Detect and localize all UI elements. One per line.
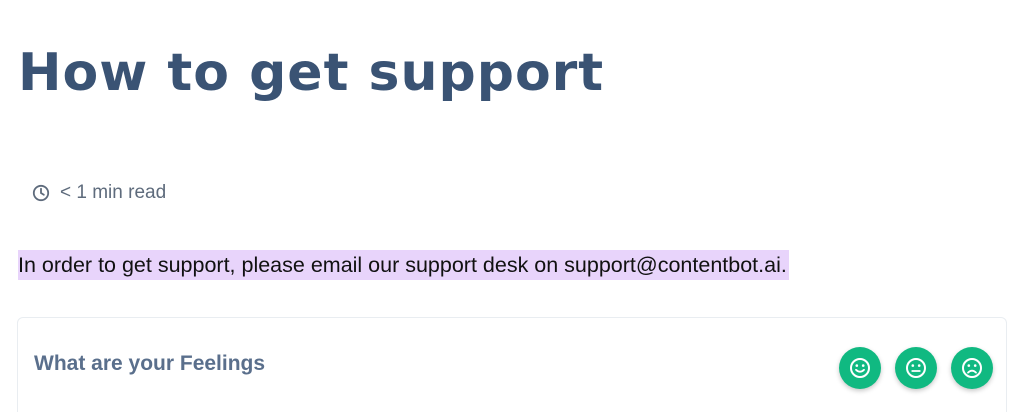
read-time-label: < 1 min read [60,182,167,203]
reaction-buttons [839,347,993,389]
reaction-sad-button[interactable] [951,347,993,389]
read-time: < 1 min read [32,180,166,206]
smile-icon [849,357,871,379]
page-title: How to get support [18,43,605,103]
article-body: In order to get support, please email ou… [18,250,789,280]
feedback-label: What are your Feelings [34,352,266,375]
reaction-happy-button[interactable] [839,347,881,389]
neutral-face-icon [905,357,927,379]
feedback-card: What are your Feelings [17,317,1007,412]
reaction-neutral-button[interactable] [895,347,937,389]
clock-icon [32,184,50,202]
sad-face-icon [961,357,983,379]
